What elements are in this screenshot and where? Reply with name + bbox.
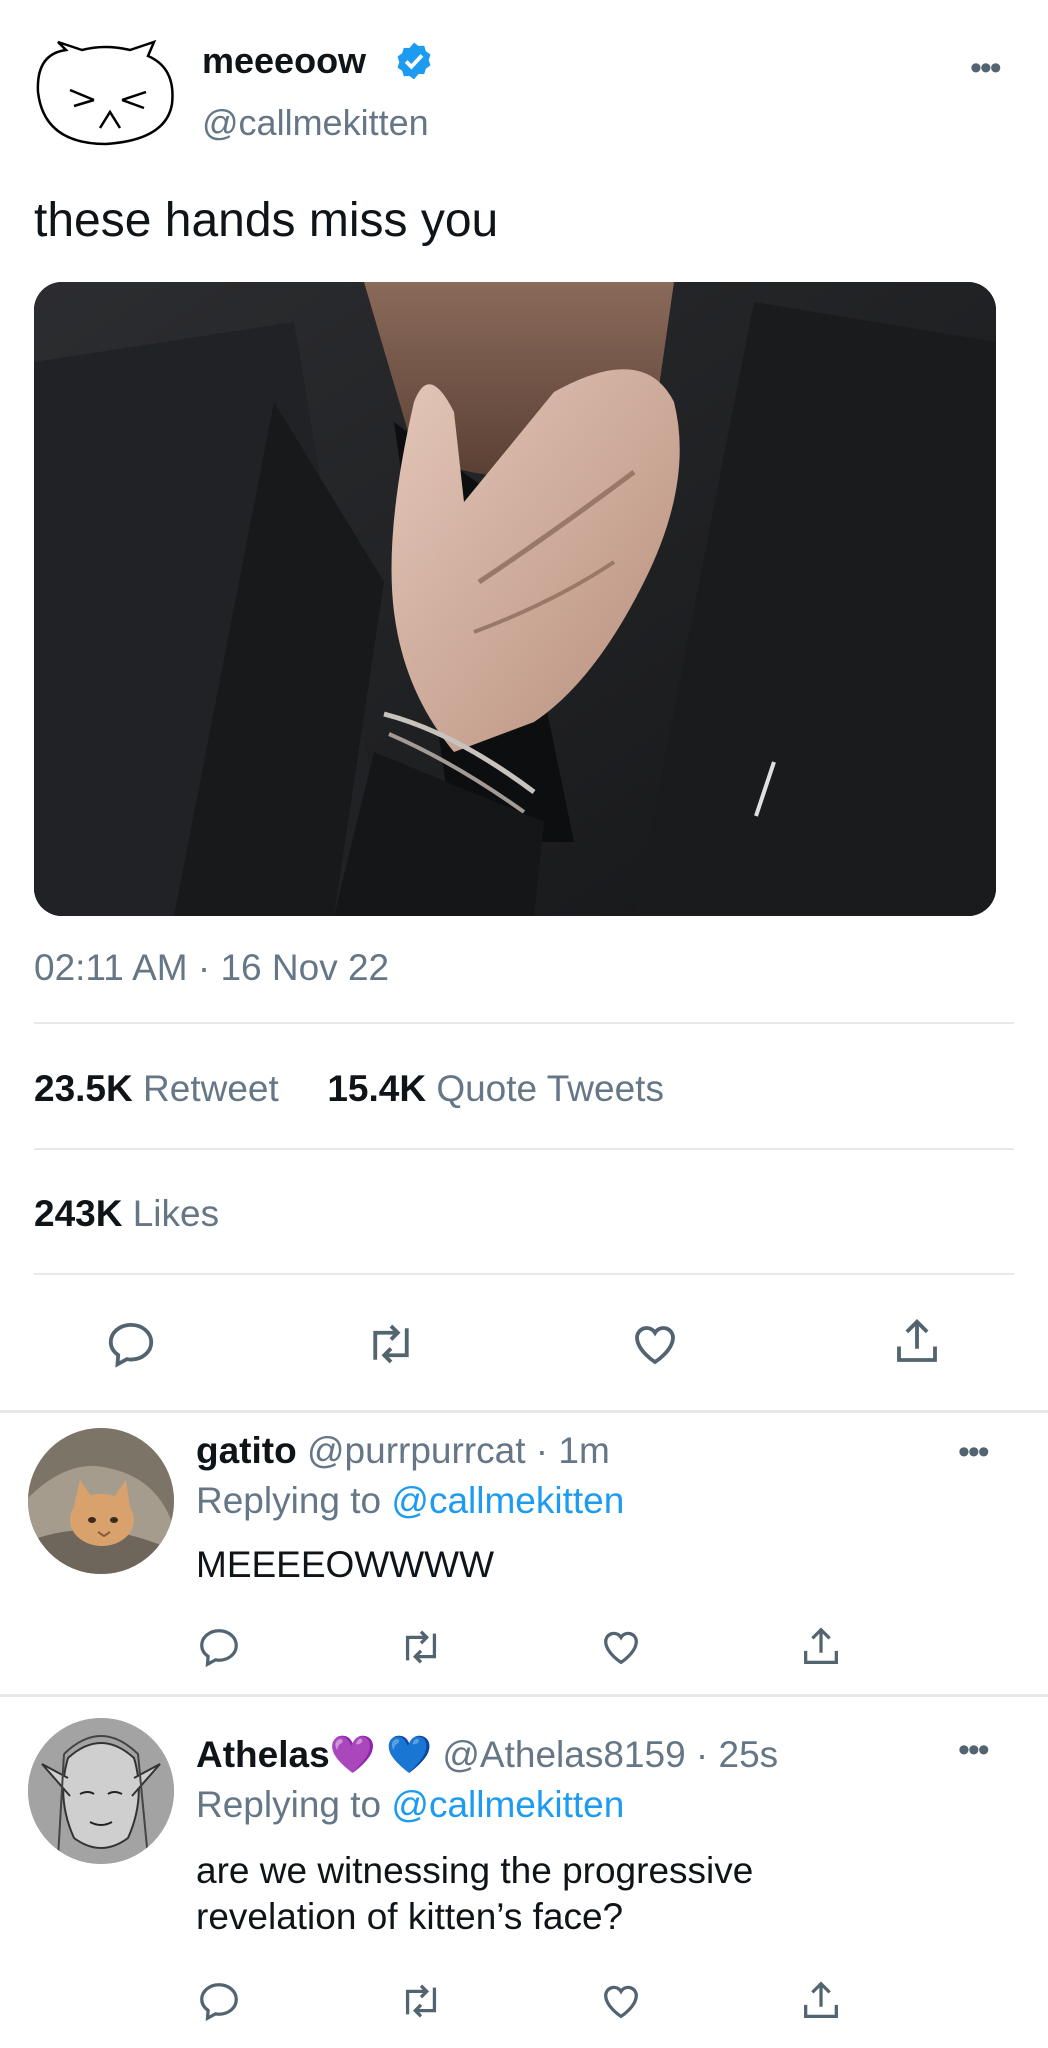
divider <box>34 1273 1014 1275</box>
cat-face-icon <box>36 39 174 146</box>
likes-row: 243K Likes <box>34 1193 219 1235</box>
reply-handle-time[interactable]: @Athelas8159 · 25s <box>442 1734 778 1775</box>
replying-to-label: Replying to <box>196 1480 382 1521</box>
reply-handle-time[interactable]: @purrpurrcat · 1m <box>307 1430 610 1471</box>
replying-to-link[interactable]: @callmekitten <box>391 1784 624 1825</box>
quote-count[interactable]: 15.4K <box>327 1068 426 1109</box>
engagement-stats-row: 23.5K Retweet 15.4K Quote Tweets <box>34 1068 664 1110</box>
replying-to-link[interactable]: @callmekitten <box>391 1480 624 1521</box>
reply-icon[interactable] <box>104 1317 158 1371</box>
share-icon[interactable] <box>798 1978 844 2024</box>
share-icon[interactable] <box>798 1624 844 1670</box>
like-label[interactable]: Likes <box>133 1193 219 1234</box>
tweet-timestamp[interactable]: 02:11 AM · 16 Nov 22 <box>34 947 389 989</box>
reply-avatar[interactable] <box>28 1428 174 1574</box>
replying-to: Replying to @callmekitten <box>196 1480 624 1522</box>
tweet-text: these hands miss you <box>34 194 499 247</box>
author-avatar[interactable] <box>30 32 182 156</box>
more-options-icon[interactable]: ••• <box>958 1733 990 1767</box>
retweet-count[interactable]: 23.5K <box>34 1068 133 1109</box>
reply-icon[interactable] <box>196 1978 242 2024</box>
section-divider <box>0 1694 1048 1697</box>
retweet-icon[interactable] <box>364 1317 418 1371</box>
replying-to: Replying to @callmekitten <box>196 1784 624 1826</box>
reply-header: gatito @purrpurrcat · 1m <box>196 1430 610 1472</box>
retweet-label[interactable]: Retweet <box>143 1068 279 1109</box>
reply-author-name[interactable]: Athelas💜 💙 <box>196 1734 432 1775</box>
reply-avatar[interactable] <box>28 1718 174 1864</box>
share-icon[interactable] <box>890 1315 944 1369</box>
reply-text: MEEEEOWWWW <box>196 1544 495 1585</box>
more-options-icon[interactable]: ••• <box>958 1435 990 1469</box>
more-options-icon[interactable]: ••• <box>970 51 1002 85</box>
like-icon[interactable] <box>628 1317 682 1371</box>
like-icon[interactable] <box>598 1978 644 2024</box>
retweet-icon[interactable] <box>398 1624 444 1670</box>
reply-icon[interactable] <box>196 1624 242 1670</box>
verified-badge-icon <box>393 40 435 87</box>
divider <box>34 1148 1014 1150</box>
reply-header: Athelas💜 💙 @Athelas8159 · 25s <box>196 1734 778 1777</box>
section-divider <box>0 1410 1048 1413</box>
divider <box>34 1022 1014 1024</box>
author-handle[interactable]: @callmekitten <box>202 102 429 144</box>
reply-text-line-1: are we witnessing the progressive <box>196 1850 754 1891</box>
retweet-icon[interactable] <box>398 1978 444 2024</box>
quote-label[interactable]: Quote Tweets <box>436 1068 664 1109</box>
reply-text-line-2: revelation of kitten’s face? <box>196 1896 624 1937</box>
replying-to-label: Replying to <box>196 1784 382 1825</box>
tweet-image[interactable] <box>34 282 996 916</box>
like-icon[interactable] <box>598 1624 644 1670</box>
author-name[interactable]: meeeoow <box>202 40 366 82</box>
reply-author-name[interactable]: gatito <box>196 1430 297 1471</box>
like-count[interactable]: 243K <box>34 1193 122 1234</box>
